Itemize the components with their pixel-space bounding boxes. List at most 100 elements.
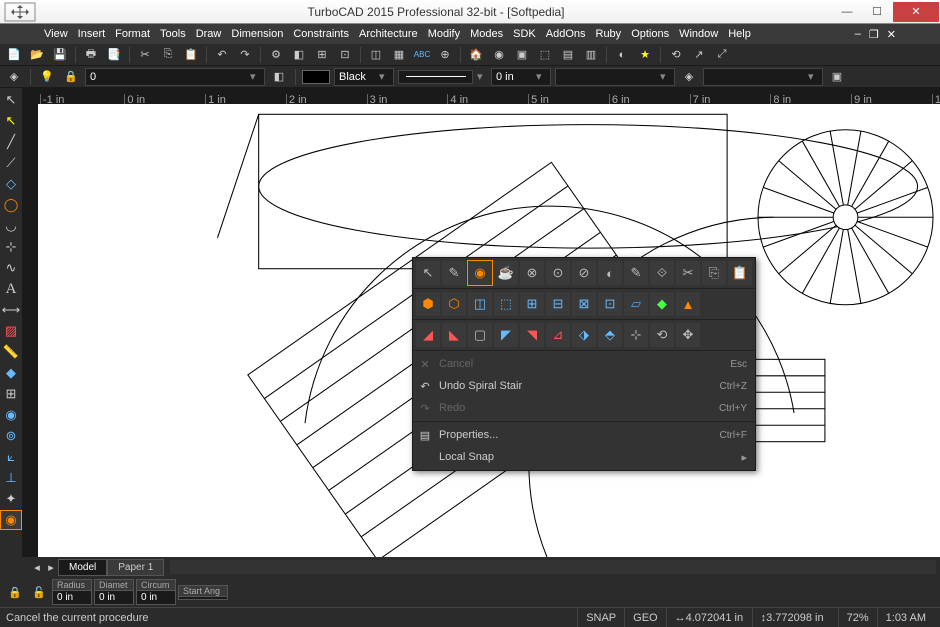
lock-x-icon[interactable]: 🔒: [4, 579, 26, 605]
ctx-tool-icon[interactable]: ⟐: [650, 261, 674, 285]
ctx-local-snap[interactable]: Local Snap▸: [413, 446, 755, 468]
ctx-cancel[interactable]: ✕CancelEsc: [413, 353, 755, 375]
circum-field[interactable]: 0 in: [136, 590, 176, 605]
ctx-box-icon[interactable]: ⬚: [494, 292, 518, 316]
linetype-dropdown[interactable]: [398, 70, 473, 84]
open-icon[interactable]: 📂: [27, 45, 47, 65]
brush-dropdown[interactable]: ▾: [703, 68, 823, 86]
tool-icon[interactable]: ⊞: [0, 384, 22, 404]
diameter-field[interactable]: 0 in: [94, 590, 134, 605]
new-icon[interactable]: 📄: [4, 45, 24, 65]
menu-insert[interactable]: Insert: [78, 28, 106, 40]
ctx-paste-icon[interactable]: 📋: [728, 261, 752, 285]
ctx-redo[interactable]: ↷RedoCtrl+Y: [413, 397, 755, 419]
tool-icon[interactable]: ⊥: [0, 468, 22, 488]
ctx-box-icon[interactable]: ▲: [676, 292, 700, 316]
tab-paper1[interactable]: Paper 1: [107, 559, 164, 576]
ctx-cut-icon[interactable]: ✂: [676, 261, 700, 285]
ctx-box-icon[interactable]: ◆: [650, 292, 674, 316]
ctx-box-icon[interactable]: ⊞: [520, 292, 544, 316]
tool-icon[interactable]: ◆: [0, 363, 22, 383]
tool-icon[interactable]: ▥: [581, 45, 601, 65]
tool-icon[interactable]: ⟲: [666, 45, 686, 65]
tool-icon[interactable]: 🏠: [466, 45, 486, 65]
ctx-box-icon[interactable]: ▱: [624, 292, 648, 316]
tool-icon[interactable]: ⊚: [0, 426, 22, 446]
ctx-tool-icon[interactable]: ◣: [442, 323, 466, 347]
ctx-undo[interactable]: ↶Undo Spiral StairCtrl+Z: [413, 375, 755, 397]
lineweight-dropdown[interactable]: 0 in▾: [491, 68, 551, 86]
menu-sdk[interactable]: SDK: [513, 28, 536, 40]
tab-nav-icon[interactable]: ▸: [44, 557, 58, 577]
print-icon[interactable]: 🖶: [81, 45, 101, 65]
print-preview-icon[interactable]: 📑: [104, 45, 124, 65]
layer-dropdown[interactable]: 0▾: [85, 68, 265, 86]
menu-modes[interactable]: Modes: [470, 28, 503, 40]
tool-icon[interactable]: ▣: [827, 67, 847, 87]
ctx-tool-icon[interactable]: ◢: [416, 323, 440, 347]
menu-window[interactable]: Window: [679, 28, 718, 40]
menu-ruby[interactable]: Ruby: [596, 28, 622, 40]
tool-icon[interactable]: ▤: [558, 45, 578, 65]
ctx-spiral-icon[interactable]: ◉: [468, 261, 492, 285]
menu-format[interactable]: Format: [115, 28, 150, 40]
startang-field[interactable]: [178, 596, 228, 600]
ctx-box-icon[interactable]: ⬡: [442, 292, 466, 316]
tab-model[interactable]: Model: [58, 559, 107, 576]
cut-icon[interactable]: ✂: [135, 45, 155, 65]
doc-restore-icon[interactable]: ❐: [869, 28, 879, 41]
ctx-copy-icon[interactable]: ⎘: [702, 261, 726, 285]
tool-icon[interactable]: ▦: [389, 45, 409, 65]
ctx-tool-icon[interactable]: ▢: [468, 323, 492, 347]
ctx-box-icon[interactable]: ⊟: [546, 292, 570, 316]
minimize-button[interactable]: —: [833, 2, 861, 22]
tool-icon[interactable]: ⤢: [712, 45, 732, 65]
ctx-tool-icon[interactable]: ⬘: [598, 323, 622, 347]
style-dropdown[interactable]: ▾: [555, 68, 675, 86]
close-button[interactable]: ✕: [893, 2, 939, 22]
save-icon[interactable]: 💾: [50, 45, 70, 65]
tool-icon[interactable]: ⊡: [335, 45, 355, 65]
polyline-tool-icon[interactable]: ⟋: [0, 153, 22, 173]
dimension-tool-icon[interactable]: ⟷: [0, 300, 22, 320]
ctx-select-icon[interactable]: ↖: [416, 261, 440, 285]
copy-icon[interactable]: ⎘: [158, 45, 178, 65]
select-tool-icon[interactable]: ↖: [0, 90, 22, 110]
ctx-tool-icon[interactable]: ⟲: [650, 323, 674, 347]
tool-icon[interactable]: ◉: [489, 45, 509, 65]
measure-tool-icon[interactable]: 📏: [0, 342, 22, 362]
menu-tools[interactable]: Tools: [160, 28, 186, 40]
lock-y-icon[interactable]: 🔓: [28, 579, 50, 605]
lock-icon[interactable]: 🔒: [61, 67, 81, 87]
menu-constraints[interactable]: Constraints: [293, 28, 349, 40]
hatch-tool-icon[interactable]: ▨: [0, 321, 22, 341]
menu-options[interactable]: Options: [631, 28, 669, 40]
ctx-tool-icon[interactable]: ⊙: [546, 261, 570, 285]
horizontal-scrollbar[interactable]: [170, 560, 936, 574]
ctx-tool-icon[interactable]: ⊗: [520, 261, 544, 285]
ctx-tool-icon[interactable]: ✎: [624, 261, 648, 285]
menu-modify[interactable]: Modify: [428, 28, 460, 40]
redo-icon[interactable]: ↷: [235, 45, 255, 65]
doc-close-icon[interactable]: ✕: [887, 28, 896, 41]
maximize-button[interactable]: ☐: [863, 2, 891, 22]
ctx-tool-icon[interactable]: ⊘: [572, 261, 596, 285]
tool-icon[interactable]: ◫: [366, 45, 386, 65]
tool-icon[interactable]: ⬚: [535, 45, 555, 65]
ctx-box-icon[interactable]: ⊡: [598, 292, 622, 316]
tool-icon[interactable]: ↗: [689, 45, 709, 65]
ctx-tool-icon[interactable]: ✎: [442, 261, 466, 285]
tab-nav-icon[interactable]: ◂: [30, 557, 44, 577]
ctx-tool-icon[interactable]: ◐: [598, 261, 622, 285]
line-tool-icon[interactable]: ╱: [0, 132, 22, 152]
circle-tool-icon[interactable]: ◯: [0, 195, 22, 215]
tool-icon[interactable]: ⟀: [0, 447, 22, 467]
menu-view[interactable]: View: [44, 28, 68, 40]
tool-icon[interactable]: ◐: [612, 45, 632, 65]
ctx-tool-icon[interactable]: ⊹: [624, 323, 648, 347]
paste-icon[interactable]: 📋: [181, 45, 201, 65]
radius-field[interactable]: 0 in: [52, 590, 92, 605]
undo-icon[interactable]: ↶: [212, 45, 232, 65]
lightbulb-icon[interactable]: 💡: [37, 67, 57, 87]
layer-icon[interactable]: ◈: [4, 67, 24, 87]
